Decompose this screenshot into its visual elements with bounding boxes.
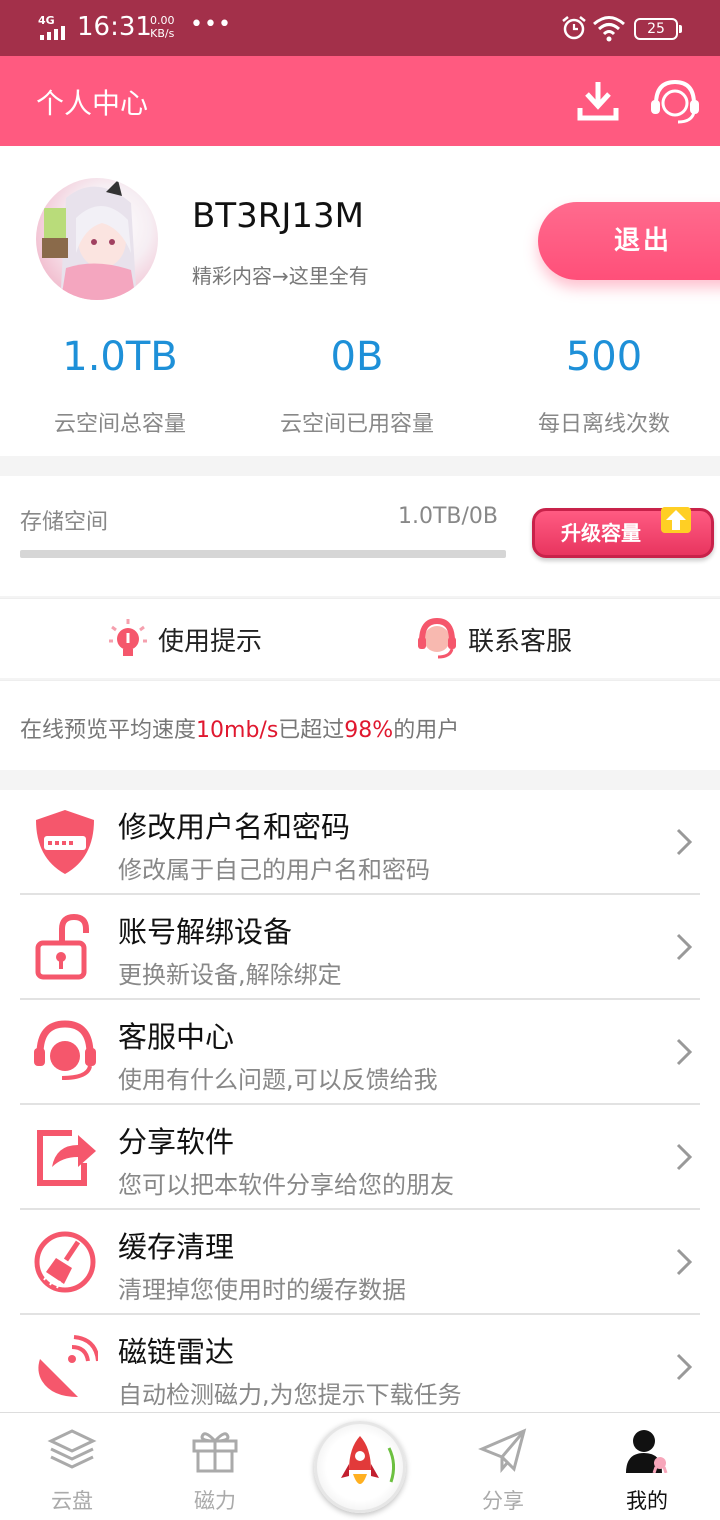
stat-label: 每日离线次数 [537, 412, 670, 437]
profile-slogan: 精彩内容→这里全有 [192, 264, 369, 288]
contact-support-link[interactable]: 联系客服 [416, 617, 572, 661]
profile-card: BT3RJ13M 精彩内容→这里全有 退出 1.0TB 云空间总容量 0B 云空… [0, 146, 720, 456]
speed-notice-percent: 98% [344, 718, 394, 743]
usage-tips-link[interactable]: 使用提示 [108, 617, 262, 661]
user-icon [626, 1430, 668, 1473]
stat-value: 500 [565, 334, 643, 380]
stat-label: 云空间已用容量 [279, 412, 434, 437]
quick-link-label: 联系客服 [468, 626, 573, 657]
chevron-right-icon [676, 1143, 693, 1171]
stat-label: 云空间总容量 [53, 412, 186, 437]
download-icon[interactable] [576, 78, 620, 124]
unlock-icon [35, 913, 89, 980]
menu-item-change-credentials[interactable]: 修改用户名和密码 修改属于自己的用户名和密码 [20, 790, 700, 895]
speed-value: 0.00 [150, 14, 175, 27]
chevron-right-icon [676, 933, 693, 961]
more-indicator: ••• [190, 12, 232, 37]
menu-item-subtitle: 清理掉您使用时的缓存数据 [118, 1276, 406, 1304]
avatar-illustration [42, 180, 136, 300]
page-title: 个人中心 [36, 87, 149, 120]
menu-item-title: 账号解绑设备 [118, 915, 293, 949]
shield-password-icon [36, 810, 94, 874]
stat-offline-count: 500 每日离线次数 [484, 334, 720, 438]
speed-notice-speed: 10mb/s [196, 718, 279, 743]
tab-label: 我的 [626, 1489, 668, 1513]
username: BT3RJ13M [192, 196, 364, 236]
menu-item-title: 修改用户名和密码 [118, 810, 351, 844]
clock: 16:31 [77, 12, 152, 42]
stat-value: 0B [330, 334, 384, 380]
radar-icon [38, 1335, 98, 1397]
speed-notice-suffix: 的用户 [393, 718, 460, 743]
quick-links: 使用提示 联系客服 [0, 598, 720, 678]
customer-service-icon[interactable] [648, 76, 702, 126]
menu-item-subtitle: 使用有什么问题,可以反馈给我 [118, 1066, 438, 1094]
menu-item-clear-cache[interactable]: 缓存清理 清理掉您使用时的缓存数据 [20, 1210, 700, 1315]
tab-label: 分享 [482, 1489, 524, 1513]
rocket-icon [341, 1436, 396, 1484]
chevron-right-icon [676, 1353, 693, 1381]
storage-value: 1.0TB/0B [398, 504, 499, 529]
logout-button[interactable]: 退出 [538, 202, 720, 280]
chevron-right-icon [676, 1038, 693, 1066]
alarm-icon [562, 16, 586, 40]
speed-notice-middle: 已超过 [278, 718, 345, 743]
app-header: 个人中心 [0, 56, 720, 146]
paper-plane-icon [478, 1428, 527, 1473]
rocket-boost-button[interactable] [314, 1421, 406, 1513]
battery-indicator: 25 [634, 18, 682, 40]
chevron-right-icon [676, 1248, 693, 1276]
bottom-tab-bar: 云盘 磁力 分享 我的 [0, 1412, 720, 1520]
chevron-right-icon [676, 828, 693, 856]
layers-icon [47, 1429, 97, 1469]
avatar[interactable] [36, 178, 158, 300]
menu-item-title: 磁链雷达 [118, 1335, 235, 1369]
stat-value: 1.0TB [62, 334, 178, 380]
headset-icon [418, 617, 456, 659]
storage-section: 存储空间 1.0TB/0B 升级容量 [0, 476, 720, 596]
storage-progress-bar [20, 550, 506, 558]
status-bar: 4G 16:31 0.00 KB/s ••• 25 [0, 0, 720, 56]
tab-label: 磁力 [194, 1489, 236, 1513]
tab-magnet[interactable]: 磁力 [170, 1427, 260, 1515]
lightbulb-icon [109, 619, 147, 656]
menu-item-magnet-radar[interactable]: 磁链雷达 自动检测磁力,为您提示下载任务 [20, 1315, 700, 1412]
broom-icon [34, 1231, 96, 1293]
tab-cloud-disk[interactable]: 云盘 [27, 1427, 117, 1515]
menu-item-subtitle: 修改属于自己的用户名和密码 [118, 856, 430, 884]
storage-label: 存储空间 [20, 510, 109, 535]
speed-notice: 在线预览平均速度10mb/s已超过98%的用户 [0, 680, 720, 770]
quick-link-label: 使用提示 [158, 626, 263, 657]
share-icon [37, 1130, 96, 1186]
menu-item-title: 分享软件 [118, 1125, 235, 1159]
speed-notice-prefix: 在线预览平均速度 [20, 718, 197, 743]
menu-item-subtitle: 您可以把本软件分享给您的朋友 [118, 1171, 454, 1199]
upgrade-capacity-button[interactable]: 升级容量 [532, 507, 714, 558]
settings-menu: 修改用户名和密码 修改属于自己的用户名和密码 账号解绑设备 更换新设备,解除绑定… [0, 790, 720, 1412]
menu-item-subtitle: 自动检测磁力,为您提示下载任务 [118, 1381, 462, 1409]
speed-unit: KB/s [150, 27, 175, 40]
gift-icon [192, 1432, 238, 1473]
tab-mine[interactable]: 我的 [602, 1427, 692, 1515]
stat-total-capacity: 1.0TB 云空间总容量 [0, 334, 240, 438]
menu-item-support-center[interactable]: 客服中心 使用有什么问题,可以反馈给我 [20, 1000, 700, 1105]
stat-used-capacity: 0B 云空间已用容量 [237, 334, 477, 438]
menu-item-subtitle: 更换新设备,解除绑定 [118, 961, 342, 989]
headset-icon [34, 1020, 96, 1080]
menu-item-title: 客服中心 [118, 1020, 235, 1054]
menu-item-unbind-device[interactable]: 账号解绑设备 更换新设备,解除绑定 [20, 895, 700, 1000]
arrow-up-icon [661, 507, 691, 533]
menu-item-share-app[interactable]: 分享软件 您可以把本软件分享给您的朋友 [20, 1105, 700, 1210]
tab-label: 云盘 [51, 1489, 93, 1513]
tab-share[interactable]: 分享 [458, 1427, 548, 1515]
menu-item-title: 缓存清理 [118, 1230, 235, 1264]
network-speed: 0.00 KB/s [150, 14, 175, 40]
signal-icon [40, 26, 70, 40]
wifi-icon [593, 16, 625, 42]
upgrade-label: 升级容量 [561, 521, 641, 545]
